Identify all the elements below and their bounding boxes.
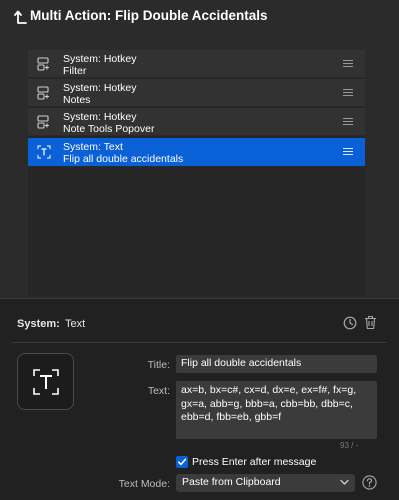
- action-list: System: Hotkey Filter System: Hotkey Not…: [28, 50, 365, 296]
- text-mode-select[interactable]: Paste from Clipboard: [176, 474, 355, 492]
- action-name: Flip all double accidentals: [63, 153, 184, 165]
- hotkey-icon: [37, 57, 49, 71]
- action-name: Note Tools Popover: [63, 123, 155, 135]
- action-row-filter[interactable]: System: Hotkey Filter: [28, 50, 365, 78]
- header: Multi Action: Flip Double Accidentals: [0, 0, 399, 34]
- action-type: System: Hotkey: [63, 53, 137, 65]
- trash-icon[interactable]: [364, 315, 377, 330]
- action-type: System: Hotkey: [63, 111, 137, 123]
- action-row-note-tools-popover[interactable]: System: Hotkey Note Tools Popover: [28, 108, 365, 136]
- action-type: System: Hotkey: [63, 82, 137, 94]
- press-enter-checkbox[interactable]: [176, 456, 188, 468]
- action-type: System: Text: [63, 141, 123, 153]
- action-name: Notes: [63, 94, 91, 106]
- action-name: Filter: [63, 65, 87, 77]
- title-label: Title:: [147, 359, 170, 371]
- text-icon: [33, 369, 59, 395]
- action-detail-panel: System: Text Title: Flip all double acci…: [0, 298, 399, 500]
- drag-handle-icon[interactable]: [343, 60, 353, 67]
- text-label: Text:: [147, 385, 170, 397]
- title-input[interactable]: Flip all double accidentals: [176, 355, 377, 373]
- drag-handle-icon[interactable]: [343, 89, 353, 96]
- divider: [12, 342, 387, 343]
- action-row-flip-all-double-accidentals[interactable]: System: Text Flip all double accidentals: [28, 138, 365, 167]
- hotkey-icon: [37, 86, 49, 100]
- back-arrow-icon[interactable]: [14, 9, 28, 25]
- system-value: Text: [65, 318, 86, 330]
- press-enter-label[interactable]: Press Enter after message: [192, 456, 316, 468]
- character-counter: 93 / -: [340, 441, 359, 450]
- system-label: System:: [17, 318, 60, 330]
- text-icon: [37, 145, 51, 159]
- help-icon[interactable]: [362, 475, 377, 490]
- drag-handle-icon[interactable]: [343, 148, 353, 155]
- chevron-down-icon: [340, 479, 349, 485]
- text-input[interactable]: ax=b, bx=c#, cx=d, dx=e, ex=f#, fx=g, gx…: [176, 381, 377, 439]
- text-mode-value: Paste from Clipboard: [182, 476, 281, 488]
- clock-icon[interactable]: [343, 316, 357, 330]
- text-mode-label: Text Mode:: [118, 478, 170, 490]
- action-type-icon: [17, 353, 74, 410]
- checkmark-icon: [178, 458, 187, 466]
- drag-handle-icon[interactable]: [343, 118, 353, 125]
- hotkey-icon: [37, 115, 49, 129]
- page-title: Multi Action: Flip Double Accidentals: [30, 8, 268, 23]
- action-row-notes[interactable]: System: Hotkey Notes: [28, 79, 365, 107]
